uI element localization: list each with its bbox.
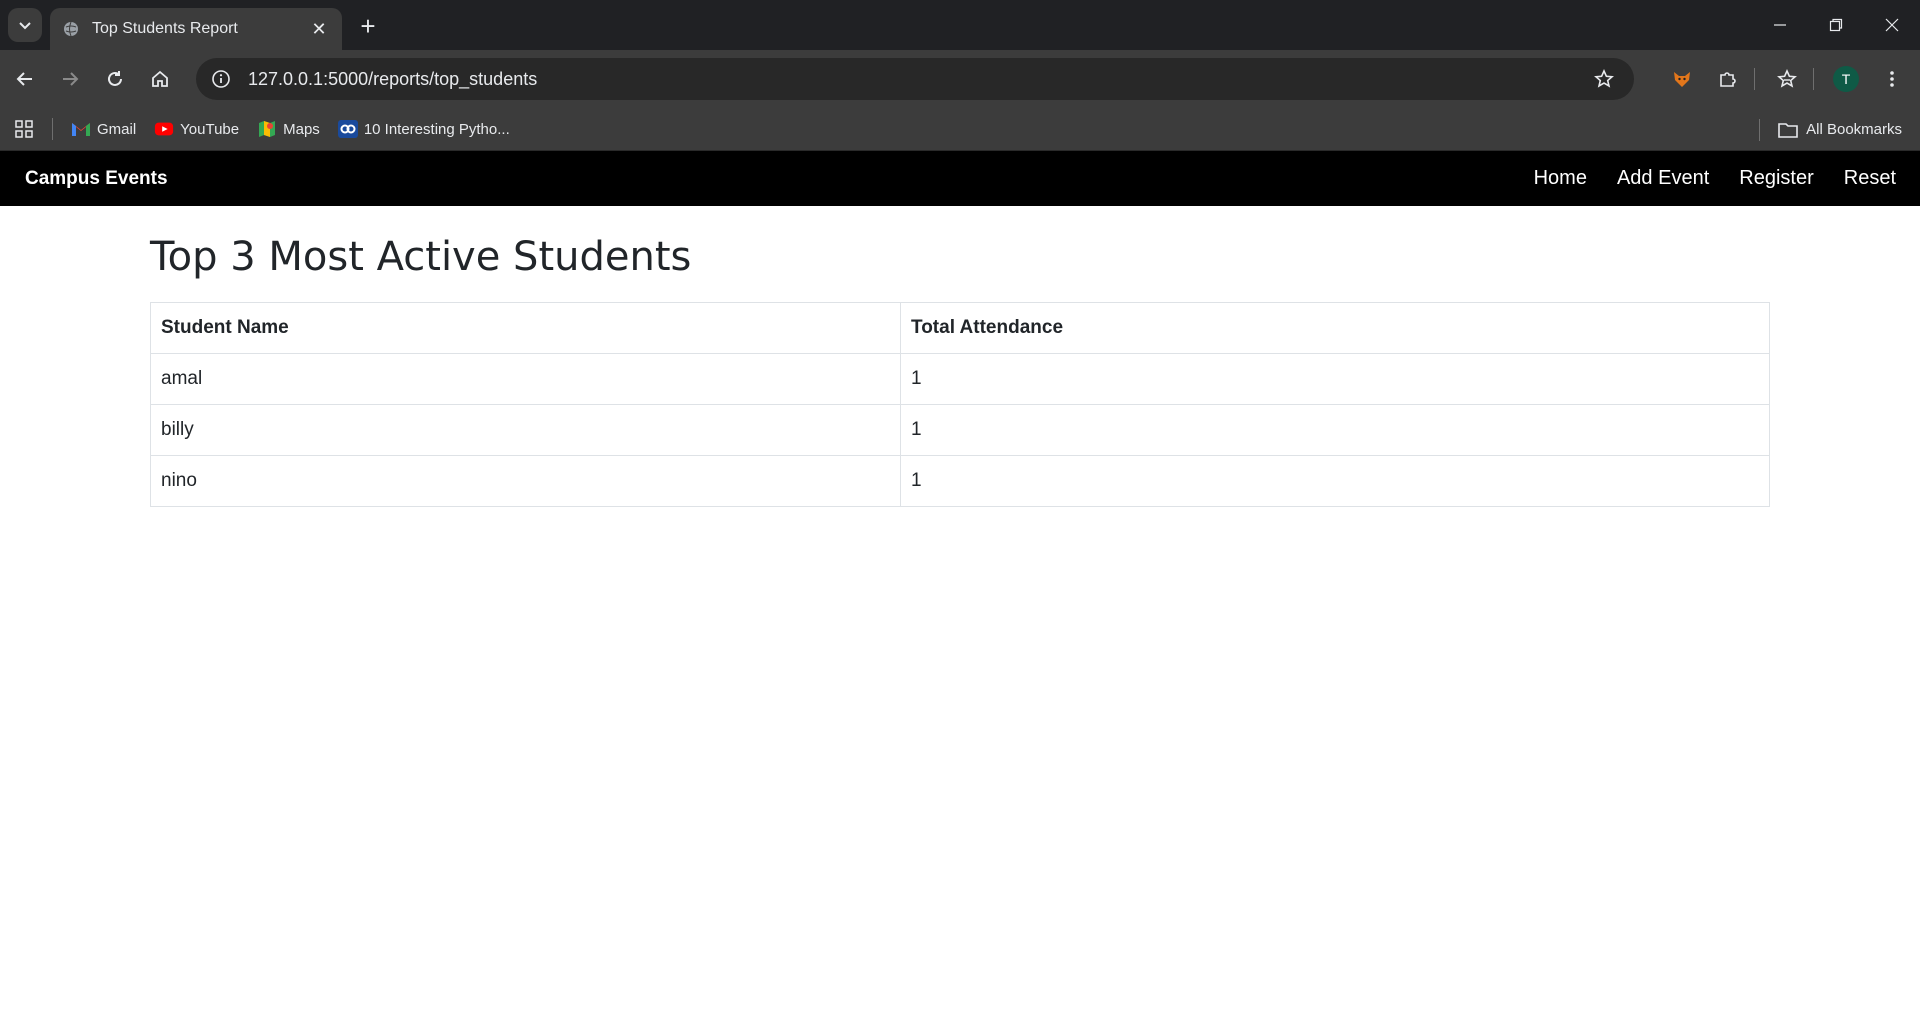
folder-icon <box>1778 121 1798 139</box>
maps-icon <box>257 119 277 139</box>
arrow-right-icon <box>63 72 79 86</box>
bookmark-maps[interactable]: Maps <box>257 119 320 139</box>
bookmark-star-icon[interactable] <box>1584 59 1624 99</box>
table-row: nino 1 <box>150 455 1770 507</box>
arrow-left-icon <box>16 72 32 86</box>
toolbar-divider <box>1754 68 1755 90</box>
new-tab-button[interactable]: + <box>352 10 384 42</box>
avatar: T <box>1833 66 1859 92</box>
home-icon <box>152 70 168 87</box>
bookmarks-divider <box>1759 118 1761 141</box>
top-students-table: Student Name Total Attendance amal 1 bil… <box>150 302 1770 507</box>
bookmark-gmail[interactable]: Gmail <box>71 119 136 139</box>
table-header-row: Student Name Total Attendance <box>150 302 1770 354</box>
bookmark-label: YouTube <box>180 120 240 138</box>
site-info-icon[interactable] <box>208 66 234 92</box>
minimize-button[interactable] <box>1752 0 1808 50</box>
close-window-button[interactable] <box>1864 0 1920 50</box>
nav-reset[interactable]: Reset <box>1844 167 1896 190</box>
toolbar-actions: T <box>1656 59 1912 99</box>
student-name-cell: nino <box>150 455 901 507</box>
attendance-cell: 1 <box>900 455 1770 507</box>
window-controls <box>1752 0 1920 50</box>
tab-search-button[interactable] <box>8 8 42 42</box>
attendance-cell: 1 <box>900 404 1770 456</box>
link-icon <box>337 119 358 139</box>
tab-active[interactable]: Top Students Report ✕ <box>50 8 342 50</box>
restore-button[interactable] <box>1808 0 1864 50</box>
tab-title: Top Students Report <box>92 20 238 37</box>
student-name-cell: billy <box>150 404 901 456</box>
apps-grid-icon[interactable] <box>14 119 34 139</box>
nav-home[interactable]: Home <box>1534 167 1587 190</box>
reload-icon <box>108 71 122 86</box>
browser-chrome: Top Students Report ✕ + 127.0.0.1:5000/r… <box>0 0 1920 151</box>
tab-strip: Top Students Report ✕ + <box>0 0 1920 50</box>
globe-icon <box>62 20 80 38</box>
address-bar[interactable]: 127.0.0.1:5000/reports/top_students <box>196 58 1634 100</box>
youtube-icon <box>154 119 174 139</box>
back-button[interactable] <box>5 59 45 99</box>
gmail-icon <box>71 119 91 139</box>
extensions-puzzle-icon[interactable] <box>1708 59 1748 99</box>
all-bookmarks-button[interactable]: All Bookmarks <box>1759 108 1902 151</box>
profile-button[interactable]: T <box>1826 59 1866 99</box>
student-name-cell: amal <box>150 353 901 405</box>
bookmark-youtube[interactable]: YouTube <box>154 119 239 139</box>
extension-fox-icon[interactable] <box>1662 59 1702 99</box>
nav-register[interactable]: Register <box>1739 167 1813 190</box>
bookmark-label: Maps <box>283 120 320 138</box>
nav-add-event[interactable]: Add Event <box>1617 167 1709 190</box>
browser-toolbar: 127.0.0.1:5000/reports/top_students T <box>0 50 1920 108</box>
bookmark-label: 10 Interesting Pytho... <box>363 120 510 138</box>
bookmarks-panel-icon[interactable] <box>1767 59 1807 99</box>
url-text[interactable]: 127.0.0.1:5000/reports/top_students <box>248 69 1584 90</box>
forward-button[interactable] <box>50 59 90 99</box>
bookmarks-divider <box>52 118 53 140</box>
bookmark-label: Gmail <box>97 120 137 138</box>
site-navbar: Campus Events Home Add Event Register Re… <box>0 151 1920 206</box>
column-header-total-attendance: Total Attendance <box>900 302 1770 354</box>
main-content: Top 3 Most Active Students Student Name … <box>0 206 1920 507</box>
reload-button[interactable] <box>95 59 135 99</box>
close-tab-icon[interactable]: ✕ <box>308 18 330 40</box>
table-row: amal 1 <box>150 353 1770 405</box>
attendance-cell: 1 <box>900 353 1770 405</box>
brand-link[interactable]: Campus Events <box>25 168 168 190</box>
nav-links: Home Add Event Register Reset <box>1504 167 1896 190</box>
table-row: billy 1 <box>150 404 1770 456</box>
chevron-down-icon <box>19 22 31 30</box>
menu-kebab-icon[interactable] <box>1872 59 1912 99</box>
home-button[interactable] <box>140 59 180 99</box>
column-header-student-name: Student Name <box>150 302 901 354</box>
toolbar-divider <box>1813 68 1814 90</box>
bookmark-python-article[interactable]: 10 Interesting Pytho... <box>337 119 510 139</box>
all-bookmarks-label: All Bookmarks <box>1806 121 1902 138</box>
page-title: Top 3 Most Active Students <box>150 234 692 280</box>
bookmarks-bar: Gmail YouTube Maps 10 Interesting Pytho.… <box>0 108 1920 151</box>
